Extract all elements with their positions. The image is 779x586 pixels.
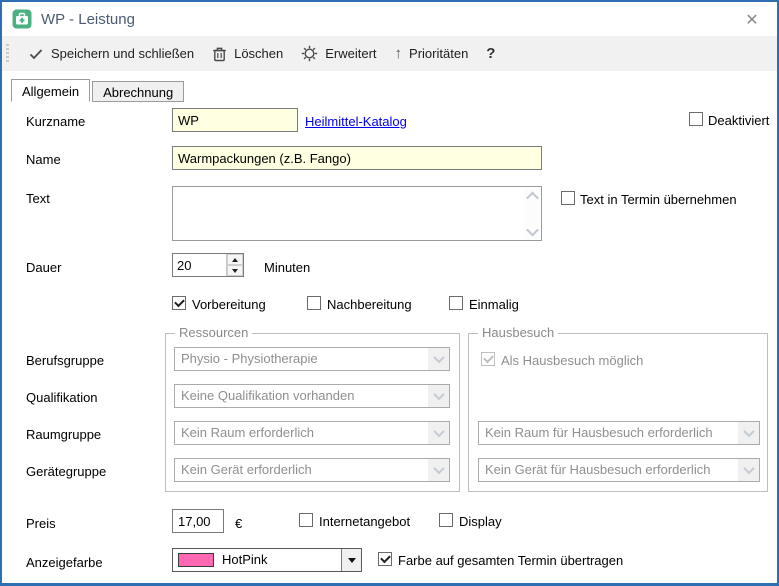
- chevron-down-icon: [738, 459, 759, 481]
- anzeigefarbe-combobox[interactable]: HotPink: [172, 548, 362, 572]
- berufsgruppe-value: Physio - Physiotherapie: [181, 351, 318, 366]
- geraetegruppe-value: Kein Gerät erforderlich: [181, 462, 312, 477]
- chevron-down-icon: [428, 422, 449, 444]
- advanced-button[interactable]: Erweitert: [292, 41, 385, 66]
- nachbereitung-label: Nachbereitung: [327, 297, 412, 312]
- display-label: Display: [459, 514, 502, 529]
- qualifikation-label: Qualifikation: [26, 390, 98, 405]
- advanced-label: Erweitert: [325, 46, 377, 61]
- preis-input[interactable]: [172, 509, 224, 533]
- text-scrollbar[interactable]: [524, 188, 540, 239]
- scroll-down-icon[interactable]: [524, 223, 540, 239]
- spin-down-icon[interactable]: [227, 265, 243, 276]
- berufsgruppe-dropdown: Physio - Physiotherapie: [174, 347, 450, 371]
- deaktiviert-label: Deaktiviert: [708, 113, 770, 128]
- color-swatch: [178, 553, 214, 567]
- raumgruppe-label: Raumgruppe: [26, 427, 102, 442]
- close-icon[interactable]: ✕: [740, 8, 764, 32]
- hausbesuch-legend: Hausbesuch: [478, 325, 559, 340]
- name-label: Name: [26, 152, 61, 167]
- vorbereitung-label: Vorbereitung: [192, 297, 266, 312]
- dialog-window: WP - Leistung ✕ Speichern und schließen …: [0, 0, 779, 586]
- name-input[interactable]: [172, 146, 542, 170]
- nachbereitung-checkbox[interactable]: [307, 296, 321, 310]
- text-label: Text: [26, 191, 50, 206]
- internetangebot-checkbox[interactable]: [299, 513, 313, 527]
- hausbesuch-moeglich-label: Als Hausbesuch möglich: [501, 353, 644, 368]
- scroll-up-icon[interactable]: [524, 188, 540, 204]
- delete-button[interactable]: Löschen: [203, 42, 292, 66]
- anzeigefarbe-label: Anzeigefarbe: [26, 555, 103, 570]
- check-icon: [29, 48, 43, 59]
- hausbesuch-geraet-dropdown: Kein Gerät für Hausbesuch erforderlich: [478, 458, 760, 482]
- toolbar-grip[interactable]: [6, 43, 9, 64]
- chevron-down-icon: [428, 385, 449, 407]
- kurzname-input[interactable]: [172, 108, 298, 132]
- vorbereitung-checkbox[interactable]: [172, 296, 186, 310]
- color-name: HotPink: [222, 552, 268, 567]
- save-close-label: Speichern und schließen: [51, 46, 195, 61]
- arrow-up-icon: ↑: [394, 45, 403, 62]
- dauer-input[interactable]: [173, 254, 226, 276]
- hausbesuch-raum-value: Kein Raum für Hausbesuch erforderlich: [485, 425, 713, 440]
- berufsgruppe-label: Berufsgruppe: [26, 353, 105, 368]
- delete-label: Löschen: [234, 46, 284, 61]
- display-checkbox[interactable]: [439, 513, 453, 527]
- heilmittel-katalog-link[interactable]: Heilmittel-Katalog: [305, 114, 407, 129]
- gear-icon: [302, 45, 318, 62]
- geraetegruppe-dropdown: Kein Gerät erforderlich: [174, 458, 450, 482]
- dauer-spinner: [172, 253, 244, 277]
- einmalig-label: Einmalig: [469, 297, 519, 312]
- raumgruppe-value: Kein Raum erforderlich: [181, 425, 314, 440]
- tab-abrechnung[interactable]: Abrechnung: [92, 81, 185, 102]
- title-bar: WP - Leistung ✕: [2, 2, 777, 36]
- priorities-label: Prioritäten: [409, 46, 469, 61]
- text-field[interactable]: [173, 187, 541, 240]
- dauer-label: Dauer: [26, 260, 62, 275]
- farbe-uebertragen-checkbox[interactable]: [378, 552, 392, 566]
- tab-allgemein[interactable]: Allgemein: [11, 79, 91, 102]
- preis-label: Preis: [26, 516, 56, 531]
- dauer-spin-buttons: [226, 254, 243, 276]
- raumgruppe-dropdown: Kein Raum erforderlich: [174, 421, 450, 445]
- priorities-button[interactable]: ↑ Prioritäten: [386, 42, 478, 65]
- hausbesuch-raum-dropdown: Kein Raum für Hausbesuch erforderlich: [478, 421, 760, 445]
- hausbesuch-geraet-value: Kein Gerät für Hausbesuch erforderlich: [485, 462, 711, 477]
- toolbar: Speichern und schließen Löschen Erweiter…: [2, 36, 777, 71]
- trash-icon: [213, 47, 226, 61]
- chevron-down-icon: [428, 348, 449, 370]
- chevron-down-icon: [428, 459, 449, 481]
- window-title: WP - Leistung: [41, 10, 135, 28]
- text-uebernehmen-checkbox[interactable]: [561, 191, 575, 205]
- app-medical-bag-icon: [12, 9, 32, 29]
- help-button[interactable]: ?: [477, 41, 504, 66]
- hausbesuch-moeglich-checkbox: [481, 352, 495, 366]
- dauer-unit-label: Minuten: [264, 260, 311, 275]
- qualifikation-value: Keine Qualifikation vorhanden: [181, 388, 355, 403]
- text-uebernehmen-label: Text in Termin übernehmen: [580, 192, 737, 207]
- deaktiviert-checkbox[interactable]: [689, 112, 703, 126]
- ressourcen-legend: Ressourcen: [175, 325, 253, 340]
- internetangebot-label: Internetangebot: [319, 514, 411, 529]
- einmalig-checkbox[interactable]: [449, 296, 463, 310]
- text-field-wrap: [172, 186, 542, 241]
- spin-up-icon[interactable]: [227, 254, 243, 265]
- kurzname-label: Kurzname: [26, 114, 86, 129]
- farbe-uebertragen-label: Farbe auf gesamten Termin übertragen: [398, 553, 624, 568]
- currency-label: €: [235, 516, 243, 531]
- dropdown-arrow-icon[interactable]: [341, 549, 361, 571]
- save-close-button[interactable]: Speichern und schließen: [19, 42, 203, 66]
- chevron-down-icon: [738, 422, 759, 444]
- qualifikation-dropdown: Keine Qualifikation vorhanden: [174, 384, 450, 408]
- tab-strip: Allgemein Abrechnung: [11, 79, 186, 102]
- geraetegruppe-label: Gerätegruppe: [26, 464, 107, 479]
